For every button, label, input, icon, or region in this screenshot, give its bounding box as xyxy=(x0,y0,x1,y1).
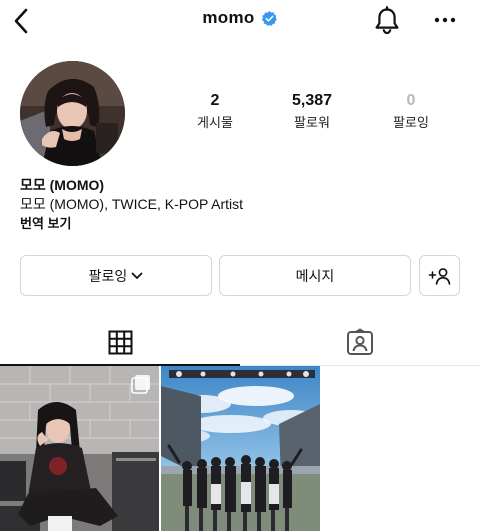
multiple-photos-icon xyxy=(131,375,150,394)
following-button[interactable]: 팔로잉 xyxy=(20,255,212,296)
following-count[interactable]: 0 팔로잉 xyxy=(371,91,451,131)
tagged-icon xyxy=(347,328,373,355)
posts-count-label: 게시물 xyxy=(197,115,233,130)
suggested-users-button[interactable] xyxy=(419,255,460,296)
message-button[interactable]: 메시지 xyxy=(219,255,411,296)
following-count-value: 0 xyxy=(406,92,416,109)
tab-tagged[interactable] xyxy=(240,318,480,366)
more-options-button[interactable] xyxy=(430,6,460,34)
following-button-label: 팔로잉 xyxy=(88,267,128,284)
content-tabs xyxy=(0,318,480,366)
followers-count-label: 팔로워 xyxy=(294,115,330,130)
followers-count[interactable]: 5,387 팔로워 xyxy=(272,91,352,131)
post-image xyxy=(161,366,320,531)
display-name: 모모 (MOMO) xyxy=(20,177,105,193)
followers-count-value: 5,387 xyxy=(291,92,333,109)
bio-text: 모모 (MOMO), TWICE, K-POP Artist xyxy=(20,196,244,212)
profile-bio: 모모 (MOMO) 모모 (MOMO), TWICE, K-POP Artist… xyxy=(20,176,460,233)
profile-stats: 2 게시물 5,387 팔로워 0 팔로잉 xyxy=(150,91,470,135)
posts-count[interactable]: 2 게시물 xyxy=(175,91,255,131)
top-bar: momo xyxy=(0,0,480,44)
translate-link[interactable]: 번역 보기 xyxy=(20,214,460,233)
posts-count-value: 2 xyxy=(210,92,220,109)
bell-icon xyxy=(375,6,399,35)
tab-posts-grid[interactable] xyxy=(0,318,240,366)
notifications-button[interactable] xyxy=(372,4,402,38)
post-thumbnail[interactable] xyxy=(0,366,159,531)
chevron-down-icon xyxy=(131,272,143,279)
more-icon xyxy=(434,17,456,23)
following-count-label: 팔로잉 xyxy=(393,115,429,130)
verified-badge-icon xyxy=(261,10,278,27)
profile-avatar[interactable] xyxy=(20,61,125,166)
posts-grid xyxy=(0,366,480,531)
add-person-icon xyxy=(428,267,450,285)
profile-username: momo xyxy=(202,8,255,27)
message-button-label: 메시지 xyxy=(295,267,335,284)
grid-icon xyxy=(108,330,132,354)
profile-header-title: momo xyxy=(0,8,480,28)
post-thumbnail[interactable] xyxy=(161,366,320,531)
